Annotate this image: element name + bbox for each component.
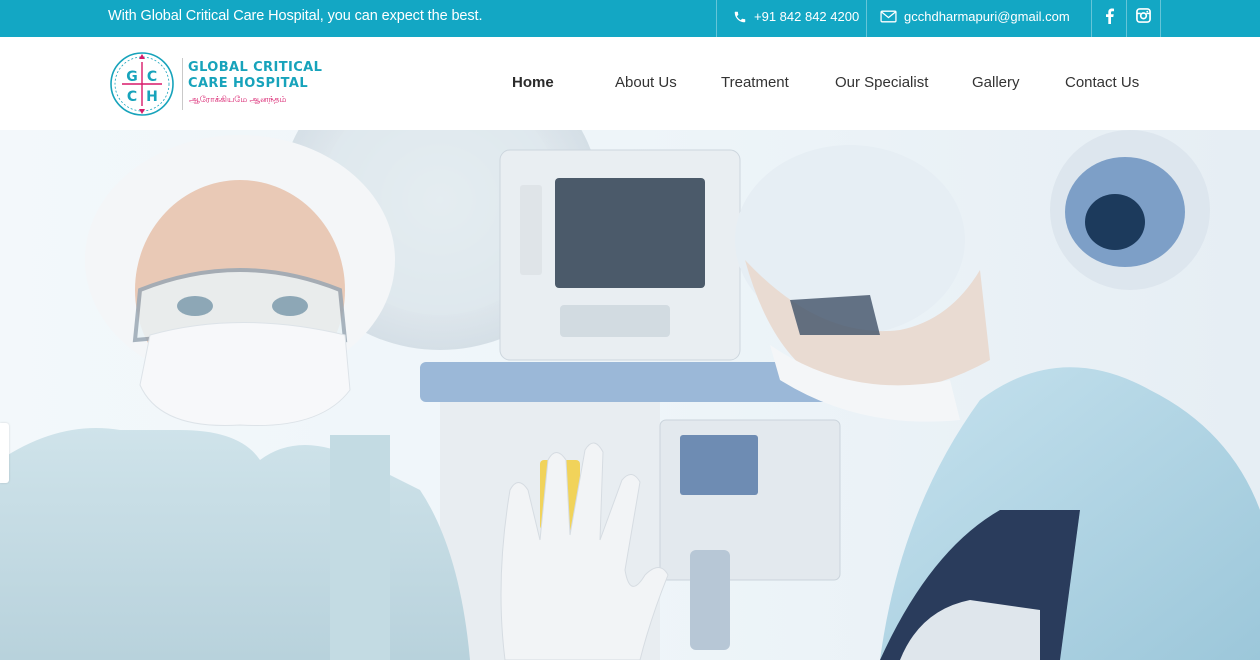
instagram-icon [1136, 8, 1151, 23]
nav-treatment[interactable]: Treatment [721, 37, 789, 130]
logo-line-2: CARE HOSPITAL [188, 76, 309, 91]
nav-home-label: Home [512, 73, 554, 91]
tagline: With Global Critical Care Hospital, you … [108, 8, 483, 24]
site-header: G C C H GLOBAL CRITICAL CARE HOSPITAL ஆர… [0, 37, 1260, 130]
logo-letter-c2: C [127, 89, 137, 105]
email-link[interactable]: gcchdharmapuri@gmail.com [866, 0, 1091, 37]
hero-banner-image [0, 130, 1260, 660]
top-bar: With Global Critical Care Hospital, you … [0, 0, 1260, 37]
logo-letter-h: H [146, 89, 158, 105]
email-address: gcchdharmapuri@gmail.com [904, 9, 1070, 24]
logo-letter-c1: C [147, 69, 157, 85]
nav-gallery-label: Gallery [972, 73, 1020, 91]
surgeons-illustration [0, 130, 1260, 660]
nav-gallery[interactable]: Gallery [972, 37, 1020, 130]
nav-contact-us[interactable]: Contact Us [1065, 37, 1139, 130]
logo-tagline-tamil: ஆரோக்கியமே ஆனந்தம் [189, 94, 287, 104]
nav-our-specialist-label: Our Specialist [835, 73, 929, 91]
facebook-icon [1105, 8, 1114, 24]
hospital-logo[interactable]: G C C H GLOBAL CRITICAL CARE HOSPITAL ஆர… [108, 50, 328, 118]
facebook-link[interactable] [1091, 0, 1126, 37]
logo-divider [182, 58, 183, 110]
instagram-link[interactable] [1126, 0, 1161, 37]
nav-about-us[interactable]: About Us [615, 37, 677, 130]
slider-side-tab[interactable] [0, 423, 9, 483]
nav-about-us-label: About Us [615, 73, 677, 91]
nav-our-specialist[interactable]: Our Specialist [835, 37, 928, 130]
gcch-emblem-icon: G C C H [110, 52, 174, 116]
phone-icon [734, 11, 746, 22]
phone-link[interactable]: +91 842 842 4200 [716, 0, 866, 37]
nav-home[interactable]: Home [512, 37, 554, 130]
envelope-icon [880, 10, 897, 23]
logo-line-1: GLOBAL CRITICAL [188, 60, 323, 75]
nav-treatment-label: Treatment [721, 73, 789, 91]
phone-number: +91 842 842 4200 [754, 9, 860, 24]
nav-contact-us-label: Contact Us [1065, 73, 1140, 91]
logo-letter-g: G [126, 69, 138, 85]
